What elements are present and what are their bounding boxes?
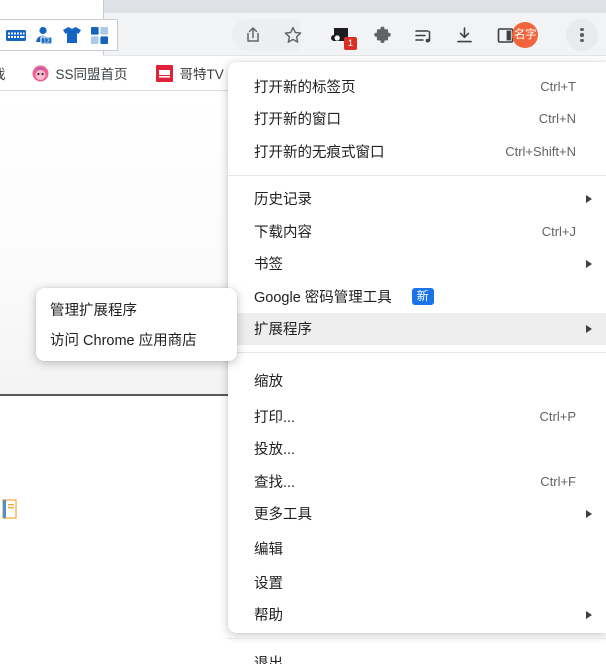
menu-item-shortcut: Ctrl+N — [538, 111, 576, 127]
document-icon — [2, 499, 18, 519]
chrome-menu-button[interactable] — [566, 19, 598, 51]
bookmark-star-icon[interactable] — [279, 21, 307, 49]
submenu-item-visit-chrome-web-store[interactable]: 访问 Chrome 应用商店 — [36, 324, 237, 354]
menu-item-cast[interactable]: 投放... — [228, 433, 606, 466]
menu-item-label: Google 密码管理工具 — [254, 289, 392, 306]
media-list-icon[interactable] — [409, 21, 437, 49]
menu-item-label: 打开新的标签页 — [254, 79, 356, 96]
menu-separator — [228, 352, 606, 353]
chrome-main-menu: 打开新的标签页 Ctrl+T 打开新的窗口 Ctrl+N 打开新的无痕式窗口 C… — [228, 62, 606, 664]
chevron-right-icon — [586, 259, 592, 268]
bookmark-label: SS同盟首页 — [55, 67, 128, 82]
bookmark-label: 戏 — [0, 63, 6, 83]
keyboard-icon[interactable] — [5, 24, 27, 46]
submenu-item-label: 访问 Chrome 应用商店 — [50, 332, 197, 349]
puzzle-icon[interactable] — [368, 21, 396, 49]
menu-item-label: 打开新的窗口 — [254, 112, 341, 129]
menu-item-exit[interactable]: 退出 — [228, 646, 606, 664]
menu-item-label: 设置 — [254, 575, 283, 592]
kebab-dot — [580, 39, 584, 43]
tshirt-icon[interactable] — [61, 24, 83, 46]
menu-item-shortcut: Ctrl+T — [540, 78, 576, 94]
menu-separator — [228, 638, 606, 639]
menu-item-label: 扩展程序 — [254, 322, 312, 339]
menu-item-new-window[interactable]: 打开新的窗口 Ctrl+N — [228, 103, 606, 136]
red-logo-icon — [155, 64, 173, 82]
extensions-submenu: 管理扩展程序 访问 Chrome 应用商店 — [36, 288, 237, 361]
menu-item-new-tab[interactable]: 打开新的标签页 Ctrl+T — [228, 70, 606, 103]
bookmark-item[interactable]: SS同盟首页 — [24, 59, 136, 87]
menu-item-find[interactable]: 查找... Ctrl+F — [228, 465, 606, 498]
bookmark-label: 哥特TV — [179, 67, 224, 82]
extension-count-badge: 1 — [344, 37, 357, 50]
menu-item-shortcut: Ctrl+P — [539, 408, 576, 424]
pinned-extension-cluster: 13 — [0, 19, 118, 51]
menu-item-more-tools[interactable]: 更多工具 — [228, 498, 606, 531]
menu-item-label: 打印... — [254, 409, 296, 426]
menu-item-shortcut: Ctrl+F — [540, 473, 576, 489]
browser-toolbar: 13 1 名字 — [0, 13, 606, 56]
submenu-item-manage-extensions[interactable]: 管理扩展程序 — [36, 294, 237, 324]
chevron-right-icon — [586, 194, 592, 203]
menu-item-shortcut: Ctrl+J — [541, 223, 576, 239]
menu-item-label: 历史记录 — [254, 192, 312, 209]
menu-item-label: 更多工具 — [254, 507, 312, 524]
active-tab[interactable] — [0, 0, 104, 13]
new-badge: 新 — [411, 287, 434, 305]
edit-label: 编辑 — [254, 541, 283, 558]
menu-item-label: 打开新的无痕式窗口 — [254, 144, 385, 161]
submenu-item-label: 管理扩展程序 — [50, 302, 137, 319]
pink-avatar-icon — [32, 65, 49, 82]
kebab-dot — [580, 33, 584, 37]
menu-item-extensions[interactable]: 扩展程序 — [228, 312, 606, 345]
menu-item-label: 书签 — [254, 257, 283, 274]
menu-item-label: 帮助 — [254, 608, 283, 625]
chevron-right-icon — [586, 509, 592, 518]
menu-item-bookmarks[interactable]: 书签 — [228, 248, 606, 281]
menu-item-label: 查找... — [254, 474, 296, 491]
menu-item-help[interactable]: 帮助 — [228, 599, 606, 632]
menu-item-downloads[interactable]: 下载内容 Ctrl+J — [228, 215, 606, 248]
download-icon[interactable] — [450, 21, 478, 49]
menu-item-shortcut: Ctrl+Shift+N — [505, 143, 576, 159]
menu-item-label: 下载内容 — [254, 224, 312, 241]
browser-window: 13 1 名字 SS同盟首页 哥特TV 打开新的标签页 Ctrl+T 打开新的窗… — [0, 0, 606, 664]
menu-item-label: 退出 — [254, 655, 283, 664]
menu-item-new-incognito-window[interactable]: 打开新的无痕式窗口 Ctrl+Shift+N — [228, 135, 606, 168]
tab-strip — [0, 0, 606, 13]
avatar[interactable]: 名字 — [512, 22, 538, 48]
menu-row-edit: 编辑 剪切 复制 粘贴 — [228, 530, 606, 566]
menu-item-print[interactable]: 打印... Ctrl+P — [228, 400, 606, 433]
kebab-dot — [580, 27, 584, 31]
svg-text:13: 13 — [43, 39, 50, 45]
menu-item-label: 投放... — [254, 442, 296, 459]
extension-badge-icon[interactable]: 1 — [327, 21, 357, 50]
menu-item-password-manager[interactable]: Google 密码管理工具 新 — [228, 280, 606, 313]
bookmark-item[interactable]: 哥特TV — [148, 59, 232, 87]
share-icon[interactable] — [239, 21, 267, 49]
menu-separator — [228, 174, 606, 176]
chevron-right-icon — [586, 324, 592, 333]
menu-item-settings[interactable]: 设置 — [228, 566, 606, 599]
menu-row-zoom: 缩放 − 100% + — [228, 360, 606, 400]
zoom-label: 缩放 — [254, 373, 283, 390]
person-badge-icon[interactable]: 13 — [33, 24, 55, 46]
grid-icon[interactable] — [89, 24, 111, 46]
chevron-right-icon — [586, 610, 592, 619]
menu-item-history[interactable]: 历史记录 — [228, 183, 606, 216]
bookmark-item[interactable]: 戏 — [0, 59, 14, 87]
